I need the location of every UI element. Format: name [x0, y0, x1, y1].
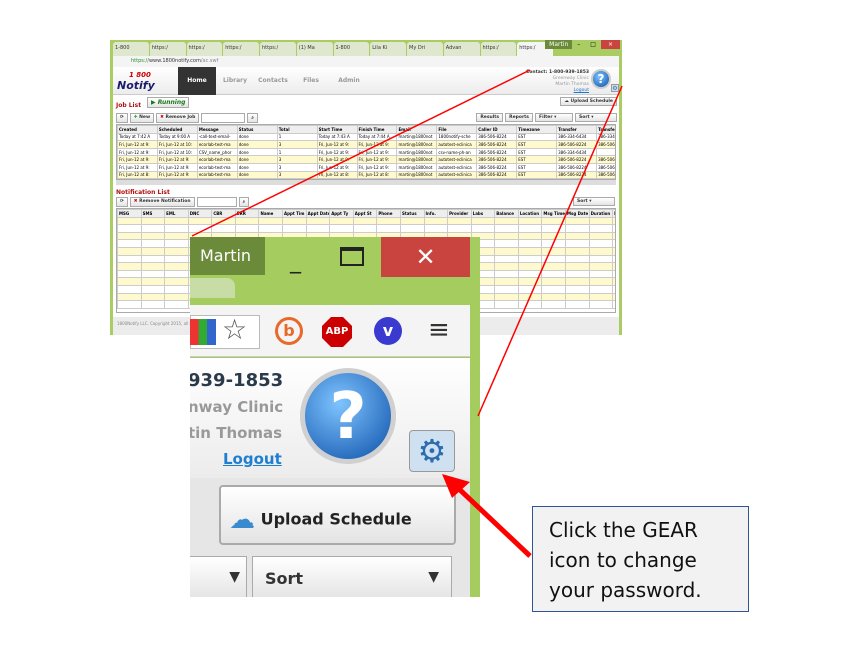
- pointer-line: [477, 85, 623, 417]
- pointer-line: [191, 69, 531, 237]
- annotation-overlay: [191, 69, 623, 558]
- arrow-shaft: [456, 486, 532, 558]
